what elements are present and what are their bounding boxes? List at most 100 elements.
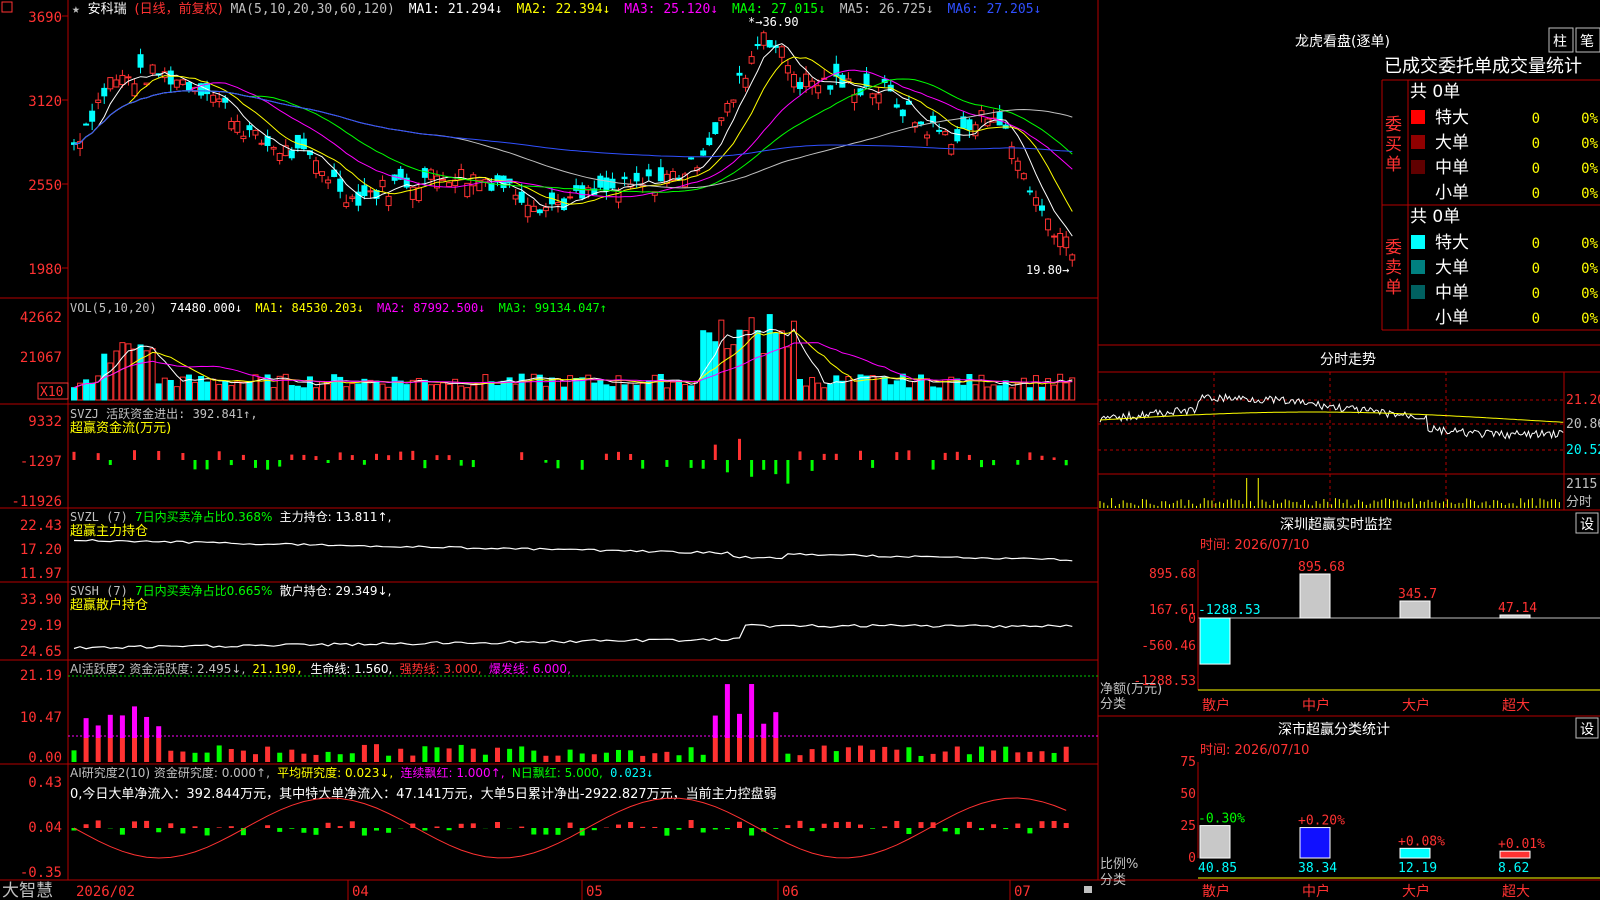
volume-bar xyxy=(464,387,471,401)
candle-body xyxy=(167,70,174,85)
volume-bar xyxy=(349,383,356,401)
volume-bar xyxy=(518,373,525,401)
activity-bar xyxy=(991,750,997,762)
research-bar xyxy=(156,828,162,833)
svzj-y-axis: 9332 -1297 -11926 xyxy=(11,414,62,510)
sz-monitor-y-axis: 895.68 167.61 0 -560.46 -1288.53 xyxy=(1133,567,1196,689)
candle-body xyxy=(252,129,259,136)
activity-bar xyxy=(737,738,742,762)
research-bar xyxy=(337,826,343,828)
vol-ma1: MA1: 84530.203↓ xyxy=(255,301,363,315)
candle-body xyxy=(240,135,247,140)
research-bar xyxy=(168,823,174,828)
volume-bar xyxy=(597,380,604,401)
candle-body xyxy=(427,169,434,180)
volume-bar xyxy=(839,380,846,401)
lock-icon[interactable] xyxy=(1084,886,1092,893)
candle-body xyxy=(1014,160,1021,171)
sz-class-time: 时间: 2026/07/10 xyxy=(1200,743,1309,758)
activity-bar-peak xyxy=(119,715,125,738)
candle-body xyxy=(361,185,368,197)
order-pct: 0% xyxy=(1581,261,1598,277)
candle-body xyxy=(349,196,356,200)
activity-bar xyxy=(906,747,912,762)
candle-body xyxy=(421,168,428,178)
volume-bar xyxy=(488,381,495,401)
volume-bar xyxy=(1014,382,1021,401)
volume-bar xyxy=(669,381,676,401)
research-bar xyxy=(434,826,440,828)
y-tick: 2115 xyxy=(1566,477,1597,492)
activity-bar xyxy=(83,738,89,762)
candle-body xyxy=(446,182,453,188)
activity-bar xyxy=(398,748,404,762)
flow-bar xyxy=(181,453,185,460)
volume-bar xyxy=(373,380,380,401)
research-bar xyxy=(301,828,307,833)
activity-bar-peak xyxy=(83,718,89,738)
activity-bar xyxy=(640,755,646,762)
flow-bar xyxy=(193,460,197,470)
candle-body xyxy=(1045,218,1052,231)
volume-bar xyxy=(760,352,767,401)
svzl-title-line: SVZL (7) 7日内买卖净占比0.368% 主力持仓: 13.811↑, xyxy=(70,509,391,524)
candle-body xyxy=(784,65,791,74)
candle-body xyxy=(718,117,725,122)
ratio-bar xyxy=(1499,850,1531,859)
volume-bar xyxy=(494,385,501,401)
x-tick: 2026/02 xyxy=(76,884,135,900)
activity-bar xyxy=(712,738,718,762)
flow-bar xyxy=(859,450,862,460)
volume-bar xyxy=(1057,373,1064,401)
moving-average-lines xyxy=(73,43,1073,237)
candle-body xyxy=(246,125,253,131)
ma3-value: MA3: 25.120↓ xyxy=(624,2,718,17)
activity-bar xyxy=(228,748,234,762)
research-bar xyxy=(652,826,658,828)
flow-bar xyxy=(750,460,754,477)
corner-button[interactable] xyxy=(1,1,13,13)
y-tick: 33.90 xyxy=(20,592,62,608)
ma1-value: MA1: 21.294↓ xyxy=(409,2,503,17)
candle-body xyxy=(337,178,344,192)
order-color-swatch xyxy=(1411,235,1425,249)
vol-ma3: MA3: 99134.047↑ xyxy=(499,301,607,315)
sz-class-title: 深市超赢分类统计 xyxy=(1278,721,1390,738)
x-tick: 06 xyxy=(782,884,799,900)
activity-bar xyxy=(628,750,634,762)
volume-bar xyxy=(173,386,180,401)
volume-bar xyxy=(978,374,985,401)
volume-bar xyxy=(1051,384,1058,401)
volume-bar xyxy=(1026,387,1033,401)
research-bar xyxy=(277,828,283,832)
volume-bar xyxy=(1020,377,1027,401)
flow-bar xyxy=(399,451,403,460)
volume-bar xyxy=(881,376,888,401)
flow-bar xyxy=(544,460,548,463)
volume-bar xyxy=(137,344,144,401)
activity-bar xyxy=(434,747,440,762)
research-bar xyxy=(144,820,150,828)
ratio-value: 12.19 xyxy=(1398,861,1437,876)
flow-bar xyxy=(423,460,427,469)
research-bar xyxy=(361,828,367,836)
volume-bar xyxy=(440,382,447,401)
line-mode-button[interactable]: 笔 xyxy=(1575,27,1600,53)
candle-body xyxy=(633,172,640,182)
order-count: 0 xyxy=(1532,186,1540,202)
research-bar xyxy=(325,822,331,828)
svsh-y-axis: 33.90 29.19 24.65 xyxy=(20,592,62,660)
candle-body xyxy=(712,122,719,134)
sz-monitor-settings-button[interactable]: 设 xyxy=(1575,512,1599,534)
volume-bar xyxy=(391,376,398,401)
research-bar xyxy=(1051,820,1057,828)
ai-research-y-axis: 0.43 0.04 -0.35 xyxy=(20,775,62,881)
sz-class-settings-button[interactable]: 设 xyxy=(1575,717,1599,739)
research-bar xyxy=(95,820,101,828)
volume-bar xyxy=(573,377,580,401)
bar-mode-button[interactable]: 柱 xyxy=(1548,27,1574,53)
volume-bar xyxy=(119,342,126,401)
research-bar xyxy=(749,828,755,836)
candle-body xyxy=(1020,173,1027,180)
activity-bar xyxy=(1051,752,1057,762)
